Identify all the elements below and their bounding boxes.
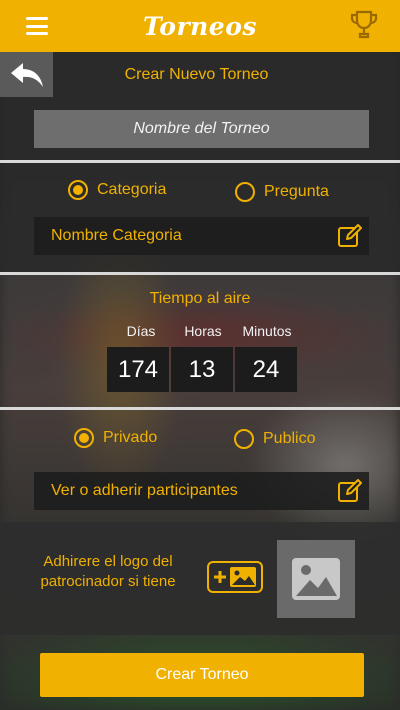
logo-preview[interactable] [277,540,355,618]
category-name-field[interactable]: Nombre Categoria [34,217,369,255]
radio-checked-icon [74,428,94,448]
app-header: Torneos [0,0,400,52]
back-arrow-icon [10,62,43,87]
app-title: Torneos [143,11,257,41]
trophy-icon[interactable] [350,10,378,40]
tournament-name-input[interactable] [34,110,369,148]
radio-unchecked-icon [234,429,254,449]
edit-icon[interactable] [337,223,363,249]
radio-pregunta[interactable]: Pregunta [235,182,329,202]
edit-icon[interactable] [337,478,363,504]
hours-value[interactable]: 13 [171,347,233,392]
days-value[interactable]: 174 [107,347,169,392]
hamburger-menu-icon[interactable] [26,17,48,35]
radio-privado[interactable]: Privado [74,428,157,448]
radio-categoria[interactable]: Categoria [68,180,166,200]
hours-label: Horas [184,323,222,339]
page-title: Crear Nuevo Torneo [124,65,269,83]
minutes-label: Minutos [242,323,292,339]
radio-checked-icon [68,180,88,200]
create-tournament-button[interactable]: Crear Torneo [40,653,364,697]
participants-field[interactable]: Ver o adherir participantes [34,472,369,510]
add-logo-button[interactable] [207,561,263,593]
minutes-value[interactable]: 24 [235,347,297,392]
image-placeholder-icon [292,558,340,600]
add-image-icon [214,567,256,587]
sponsor-instructions: Adhirere el logo del patrocinador si tie… [40,553,176,590]
page-header: Crear Nuevo Torneo [53,52,400,97]
radio-unchecked-icon [235,182,255,202]
radio-publico[interactable]: Publico [234,429,315,449]
air-time-title: Tiempo al aire [149,290,251,307]
days-label: Días [126,323,156,339]
back-button[interactable] [0,52,53,97]
